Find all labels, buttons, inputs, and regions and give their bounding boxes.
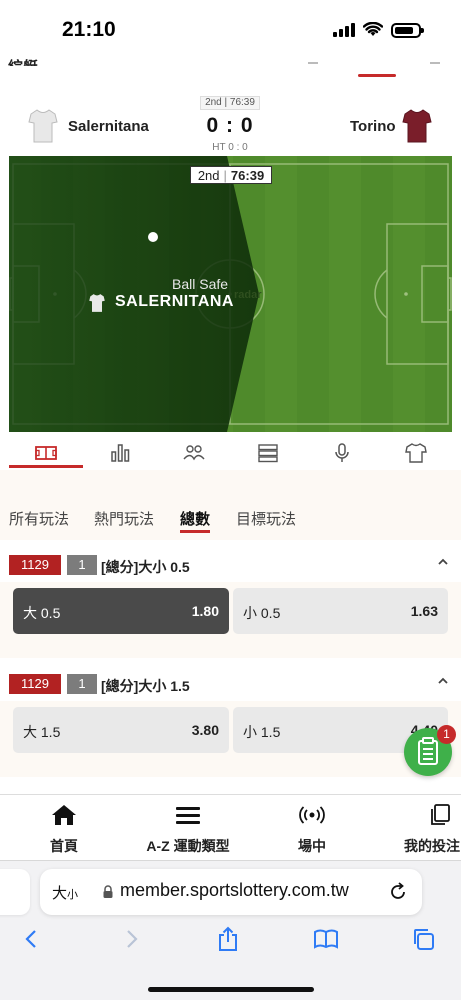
header-tab-marker	[308, 62, 318, 64]
bottom-nav: 首頁 A-Z 運動類型 場中 我的投注	[0, 794, 461, 860]
tabs-icon[interactable]	[410, 925, 438, 953]
cellular-signal-icon	[333, 23, 355, 37]
home-jersey-icon	[28, 109, 58, 143]
chevron-up-icon[interactable]	[437, 556, 449, 568]
nav-label: 首頁	[50, 838, 78, 854]
reload-icon[interactable]	[388, 882, 408, 902]
market-total-1-5: 1129 1 [總分]大小 1.5 大 1.5 3.80 小 1.5 4.40	[0, 667, 461, 777]
nav-label: A-Z 運動類型	[146, 838, 230, 854]
score: 0 : 0	[206, 114, 254, 137]
market-header[interactable]: 1129 1 [總分]大小 1.5	[0, 667, 461, 701]
back-icon[interactable]	[18, 925, 46, 953]
battery-icon	[391, 22, 424, 38]
text-size-big: 大	[52, 885, 68, 902]
odd-label: 小 0.5	[243, 605, 281, 621]
odd-label: 大 0.5	[23, 605, 61, 621]
field-icon[interactable]	[34, 442, 58, 464]
odd-label: 小 1.5	[243, 724, 281, 740]
tab-goal-markets[interactable]: 目標玩法	[236, 508, 296, 529]
possession-jersey-icon	[89, 294, 105, 312]
home-team-name: Salernitana	[68, 118, 149, 135]
share-icon[interactable]	[214, 925, 242, 953]
market-number-badge: 1	[67, 555, 97, 575]
home-icon	[52, 805, 76, 825]
nav-my-bets[interactable]: 我的投注	[404, 803, 461, 856]
odd-value: 1.80	[191, 603, 219, 619]
url-text: member.sportslottery.com.tw	[120, 880, 349, 900]
tracker-active-tab-underline	[9, 465, 83, 468]
live-broadcast-icon	[299, 806, 325, 824]
bet-type-tabs: 所有玩法 熱門玩法 總數 目標玩法	[0, 480, 461, 540]
market-title: [總分]大小 0.5	[101, 559, 190, 575]
odd-under-button[interactable]: 小 0.5 1.63	[233, 588, 448, 634]
status-bar: 21:10	[0, 0, 461, 58]
nav-label: 我的投注	[404, 838, 460, 854]
stats-bar-icon[interactable]	[108, 442, 132, 464]
my-bets-icon	[431, 804, 450, 825]
tab-totals[interactable]: 總數	[180, 508, 210, 529]
bet-slip-count-badge: 1	[437, 725, 456, 744]
lock-icon	[103, 885, 113, 898]
away-team-name: Torino	[350, 118, 396, 135]
bet-tab-underline	[180, 530, 210, 533]
tab-popular-markets[interactable]: 熱門玩法	[94, 508, 154, 529]
status-icons	[333, 22, 424, 38]
previous-tab-card[interactable]	[0, 869, 30, 915]
page-title-cut: 綜艇	[8, 56, 38, 66]
market-title: [總分]大小 1.5	[101, 678, 190, 694]
tracker-watermark: radar	[234, 289, 262, 301]
nav-sports-az[interactable]: A-Z 運動類型	[143, 803, 233, 856]
period-clock: 2nd | 76:39	[200, 96, 260, 110]
pitch-period: 2nd	[197, 167, 220, 183]
team-in-possession: SALERNITANA	[115, 293, 234, 310]
text-size-small: 小	[67, 889, 79, 901]
address-bar[interactable]: 大小 member.sportslottery.com.tw	[40, 869, 422, 915]
jersey-icon[interactable]	[404, 442, 428, 464]
bookmarks-icon[interactable]	[312, 925, 340, 953]
nav-home[interactable]: 首頁	[46, 803, 82, 856]
possession-status: Ball Safe	[172, 276, 229, 292]
odd-over-button[interactable]: 大 1.5 3.80	[13, 707, 229, 753]
page-top-bar: 綜艇	[0, 58, 461, 88]
market-number-badge: 1	[67, 674, 97, 694]
text-size-button[interactable]: 大小	[52, 882, 78, 903]
list-icon[interactable]	[256, 442, 280, 464]
scoreboard: 2nd | 76:39 Salernitana 0 : 0 HT 0 : 0 T…	[0, 88, 461, 158]
status-time: 21:10	[62, 18, 116, 41]
header-tab-marker	[430, 62, 440, 64]
odd-over-button[interactable]: 大 0.5 1.80	[13, 588, 229, 634]
chevron-up-icon[interactable]	[437, 675, 449, 687]
pitch-time: 76:39	[230, 167, 265, 183]
nav-live[interactable]: 場中	[294, 803, 330, 856]
tracker-tabs	[0, 434, 461, 470]
browser-toolbar: 大小 member.sportslottery.com.tw	[0, 860, 461, 1000]
spacer	[0, 470, 461, 480]
away-jersey-icon	[402, 109, 432, 143]
app-root: 21:10 綜艇 2nd | 76:39 Salernitana 0 : 0	[0, 0, 461, 1000]
microphone-icon[interactable]	[330, 442, 354, 464]
home-indicator	[148, 987, 314, 992]
forward-icon[interactable]	[117, 925, 145, 953]
odd-value: 3.80	[191, 722, 219, 738]
lineup-icon[interactable]	[182, 442, 206, 464]
halftime-score: HT 0 : 0	[212, 142, 248, 153]
odd-label: 大 1.5	[23, 724, 61, 740]
pitch-clock: 2nd | 76:39	[190, 166, 272, 184]
market-code-badge: 1129	[9, 555, 61, 575]
market-total-0-5: 1129 1 [總分]大小 0.5 大 0.5 1.80 小 0.5 1.63	[0, 548, 461, 658]
odd-value: 1.63	[410, 603, 438, 619]
wifi-icon	[363, 22, 383, 36]
tab-all-markets[interactable]: 所有玩法	[9, 508, 69, 529]
header-active-tab-underline	[358, 74, 396, 77]
menu-icon	[176, 807, 200, 824]
nav-label: 場中	[298, 838, 326, 854]
market-code-badge: 1129	[9, 674, 61, 694]
market-header[interactable]: 1129 1 [總分]大小 0.5	[0, 548, 461, 582]
